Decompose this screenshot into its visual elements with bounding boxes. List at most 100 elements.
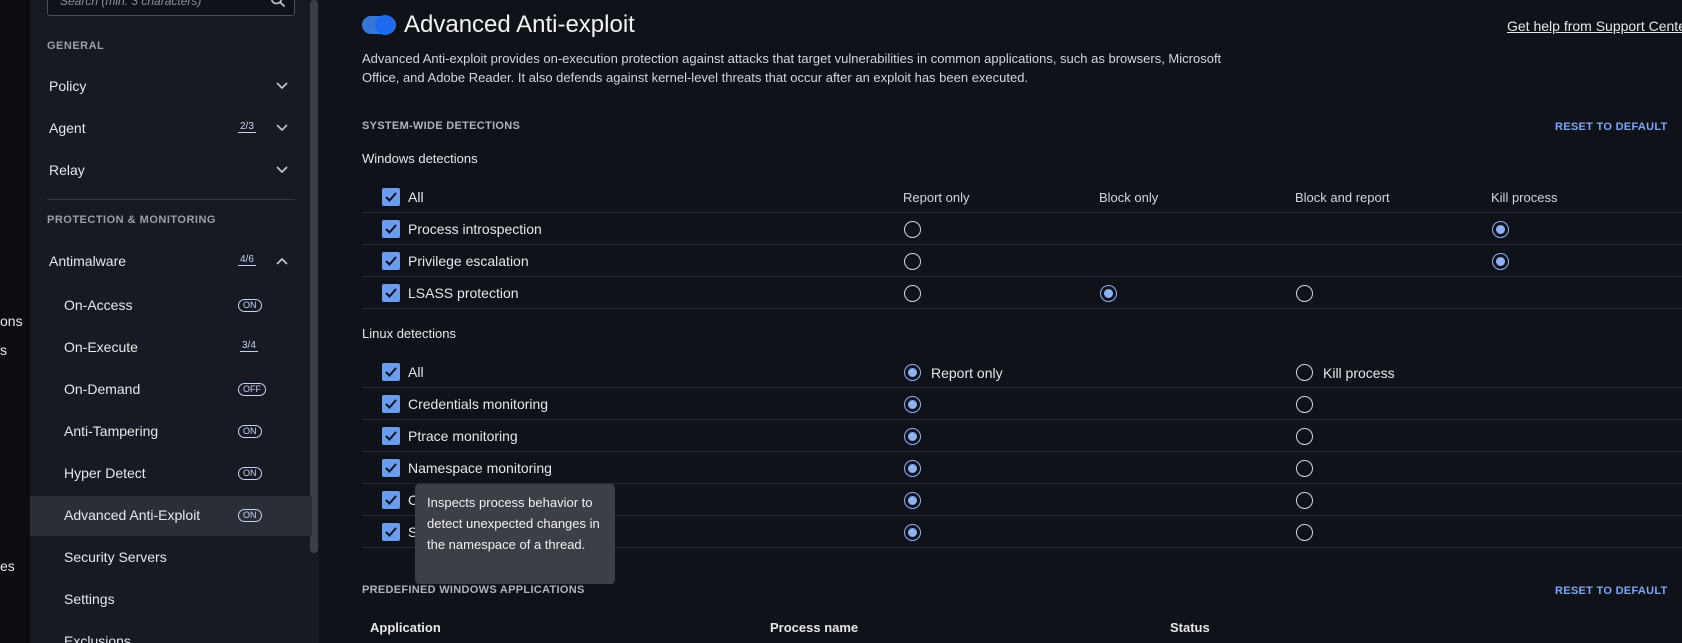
check-icon — [385, 367, 397, 377]
sidebar-item-label: Advanced Anti-Exploit — [64, 507, 201, 523]
radio-kill-process[interactable] — [1296, 492, 1313, 509]
sidebar-item-on-demand[interactable]: On-Demand OFF — [30, 370, 312, 410]
sidebar-item-anti-tampering[interactable]: Anti-Tampering ON — [30, 412, 312, 452]
radio-report-only[interactable] — [904, 492, 921, 509]
checkbox[interactable] — [382, 220, 400, 238]
row-label: Namespace monitoring — [408, 460, 552, 476]
check-icon — [385, 192, 397, 202]
row-label: Privilege escalation — [408, 253, 529, 269]
radio-report-only[interactable] — [904, 524, 921, 541]
sidebar-item-label: Antimalware — [49, 253, 127, 269]
radio-report-only[interactable] — [904, 253, 921, 270]
page-title: Advanced Anti-exploit — [404, 11, 635, 38]
radio-block-and-report[interactable] — [1296, 285, 1313, 302]
table-row: Namespace monitoring — [362, 452, 1682, 484]
sidebar-item-on-access[interactable]: On-Access ON — [30, 286, 312, 326]
check-icon — [385, 463, 397, 473]
column-header: Kill process — [1491, 190, 1558, 205]
sidebar-item-label: Hyper Detect — [64, 465, 146, 481]
row-label: All — [408, 189, 424, 205]
checkbox[interactable] — [382, 491, 400, 509]
status-badge: ON — [238, 299, 262, 312]
row-label: Credentials monitoring — [408, 396, 549, 412]
tooltip: Inspects process behavior to detect unex… — [415, 484, 615, 584]
check-icon — [385, 431, 397, 441]
left-strip-text-2: s — [0, 342, 7, 358]
radio-block-only[interactable] — [1100, 285, 1117, 302]
radio-report-only[interactable] — [904, 221, 921, 238]
sidebar-item-label: Security Servers — [64, 549, 167, 565]
checkbox[interactable] — [382, 523, 400, 541]
sidebar-item-count: 3/4 — [240, 340, 258, 352]
sidebar-divider — [47, 199, 295, 200]
linux-all-row: All Report only Kill process — [362, 356, 1682, 388]
chevron-up-icon — [276, 257, 288, 265]
search-placeholder: Search (min. 3 characters) — [60, 0, 202, 8]
sidebar-item-antimalware[interactable]: Antimalware 4/6 — [30, 242, 312, 282]
search-field[interactable]: Search (min. 3 characters) — [47, 0, 295, 16]
status-badge: ON — [238, 467, 262, 480]
row-label: Ptrace monitoring — [408, 428, 518, 444]
radio-kill-process[interactable] — [1296, 396, 1313, 413]
left-strip-text-3: es — [0, 558, 15, 574]
sidebar-item-security-servers[interactable]: Security Servers — [30, 538, 312, 578]
radio-kill-process[interactable] — [1296, 524, 1313, 541]
status-badge: OFF — [238, 383, 266, 396]
sidebar-item-count: 4/6 — [238, 254, 256, 266]
check-icon — [385, 224, 397, 234]
sidebar-item-label: Agent — [49, 120, 86, 136]
table-row: Process introspection — [362, 213, 1682, 245]
checkbox[interactable] — [382, 188, 400, 206]
check-icon — [385, 256, 397, 266]
checkbox[interactable] — [382, 252, 400, 270]
predefined-apps-heading: PREDEFINED WINDOWS APPLICATIONS — [362, 584, 585, 596]
sidebar-item-settings[interactable]: Settings — [30, 580, 312, 620]
chevron-down-icon — [276, 82, 288, 90]
sidebar-item-advanced-anti-exploit[interactable]: Advanced Anti-Exploit ON — [30, 496, 312, 536]
radio-report-only[interactable] — [904, 460, 921, 477]
system-wide-heading: SYSTEM-WIDE DETECTIONS — [362, 120, 521, 132]
radio-kill-process[interactable] — [1492, 253, 1509, 270]
reset-system-wide-button[interactable]: RESET TO DEFAULT — [1555, 121, 1668, 133]
radio-kill-process[interactable] — [1296, 428, 1313, 445]
table-row: Privilege escalation — [362, 245, 1682, 277]
radio-kill-process[interactable] — [1296, 364, 1313, 381]
column-header: Block and report — [1295, 190, 1390, 205]
windows-detections-heading: Windows detections — [362, 151, 478, 166]
radio-label: Report only — [931, 365, 1003, 381]
sidebar-item-on-execute[interactable]: On-Execute 3/4 — [30, 328, 312, 368]
radio-report-only[interactable] — [904, 285, 921, 302]
sidebar-item-agent[interactable]: Agent 2/3 — [30, 109, 312, 149]
linux-detections-heading: Linux detections — [362, 326, 456, 341]
sidebar-item-exclusions[interactable]: Exclusions — [30, 622, 312, 643]
checkbox[interactable] — [382, 363, 400, 381]
radio-report-only[interactable] — [904, 428, 921, 445]
checkbox[interactable] — [382, 427, 400, 445]
reset-predefined-button[interactable]: RESET TO DEFAULT — [1555, 585, 1668, 597]
radio-kill-process[interactable] — [1492, 221, 1509, 238]
sidebar-item-label: Exclusions — [64, 633, 131, 643]
radio-kill-process[interactable] — [1296, 460, 1313, 477]
radio-report-only[interactable] — [904, 364, 921, 381]
sidebar-item-label: Relay — [49, 162, 85, 178]
search-icon[interactable] — [270, 0, 286, 8]
sidebar-item-count: 2/3 — [238, 121, 256, 133]
radio-report-only[interactable] — [904, 396, 921, 413]
row-label: All — [408, 364, 424, 380]
checkbox[interactable] — [382, 284, 400, 302]
page-description: Advanced Anti-exploit provides on-execut… — [362, 51, 1222, 85]
check-icon — [385, 527, 397, 537]
checkbox[interactable] — [382, 459, 400, 477]
row-label: Process introspection — [408, 221, 542, 237]
sidebar-item-relay[interactable]: Relay — [30, 151, 312, 191]
table-row: Ptrace monitoring — [362, 420, 1682, 452]
check-icon — [385, 399, 397, 409]
sidebar-item-label: Anti-Tampering — [64, 423, 159, 439]
support-link[interactable]: Get help from Support Center — [1507, 18, 1682, 34]
sidebar-item-policy[interactable]: Policy — [30, 67, 312, 107]
sidebar-item-hyper-detect[interactable]: Hyper Detect ON — [30, 454, 312, 494]
feature-toggle[interactable] — [362, 15, 396, 35]
status-badge: ON — [238, 425, 262, 438]
checkbox[interactable] — [382, 395, 400, 413]
left-strip: ons s es — [0, 0, 30, 643]
